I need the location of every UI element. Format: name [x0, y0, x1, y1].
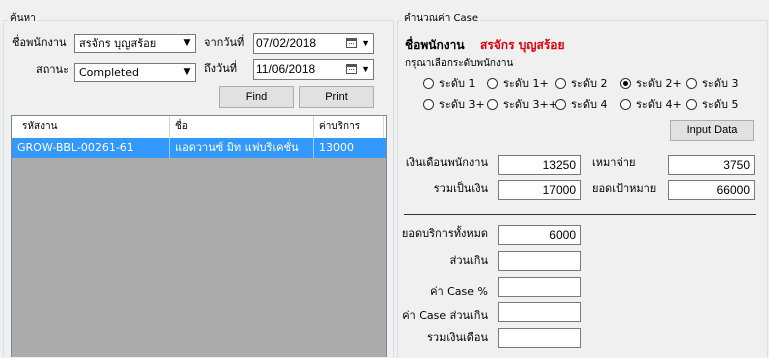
status-label: สถานะ: [36, 63, 69, 76]
total-salary-label: รวมเงินเดือน: [426, 331, 488, 344]
level-radio-label: ระดับ 4+: [636, 98, 682, 111]
employee-label: ชื่อพนักงาน: [12, 36, 67, 49]
grid-header: รหัสงาน ชื่อ ค่าบริการ: [12, 116, 386, 139]
calc-employee-label: ชื่อพนักงาน: [405, 38, 465, 52]
column-header-code[interactable]: รหัสงาน: [17, 116, 170, 138]
level-radio-label: ระดับ 1+: [503, 77, 549, 90]
divider: [404, 214, 756, 215]
total-salary-field[interactable]: [498, 328, 581, 348]
lump-sum-label: เหมาจ่าย: [592, 156, 636, 169]
level-radio[interactable]: ระดับ 1+: [487, 77, 549, 91]
level-radio[interactable]: ระดับ 3+: [423, 98, 485, 112]
lump-sum-field[interactable]: 3750: [668, 155, 755, 175]
level-radio[interactable]: ระดับ 2+: [620, 77, 682, 91]
calendar-icon: [346, 38, 357, 48]
calc-group-title: คำนวณค่า Case: [402, 13, 480, 25]
radio-circle-icon: [423, 78, 434, 89]
from-date-picker[interactable]: 07/02/2018 ▼: [253, 33, 374, 54]
total-field[interactable]: 17000: [498, 180, 581, 200]
case-percent-label: ค่า Case %: [430, 285, 488, 298]
level-radio[interactable]: ระดับ 3++: [487, 98, 558, 112]
cell-fee: 13000: [319, 141, 354, 154]
calc-employee-name: สรจักร บุญสร้อย: [480, 38, 565, 52]
to-date-value: 11/06/2018: [256, 62, 316, 76]
case-excess-field[interactable]: [498, 302, 581, 322]
radio-circle-icon: [555, 99, 566, 110]
table-row[interactable]: GROW-BBL-00261-61 แอดวานซ์ มิท แฟบริเคชั…: [12, 138, 386, 158]
radio-circle-icon: [620, 99, 631, 110]
radio-circle-icon: [423, 99, 434, 110]
results-grid[interactable]: รหัสงาน ชื่อ ค่าบริการ GROW-BBL-00261-61…: [11, 115, 387, 357]
chevron-down-icon: ▼: [361, 64, 370, 74]
chevron-down-icon: ▼: [361, 38, 370, 48]
level-radio-label: ระดับ 2+: [636, 77, 682, 90]
radio-circle-icon: [487, 99, 498, 110]
service-total-field[interactable]: 6000: [498, 225, 581, 245]
radio-circle-icon: [555, 78, 566, 89]
chevron-down-icon: ▼: [183, 38, 191, 48]
cell-name: แอดวานซ์ มิท แฟบริเคชั่น: [170, 138, 314, 158]
level-radio-label: ระดับ 3: [702, 77, 739, 90]
excess-label: ส่วนเกิน: [449, 254, 488, 267]
level-radio[interactable]: ระดับ 4: [555, 98, 607, 112]
radio-circle-icon: [686, 78, 697, 89]
from-date-value: 07/02/2018: [256, 36, 317, 50]
status-select[interactable]: Completed ▼: [74, 63, 196, 82]
level-radio-label: ระดับ 3++: [503, 98, 558, 111]
to-date-picker[interactable]: 11/06/2018 ▼: [253, 59, 374, 80]
employee-select-value: สรจักร บุญสร้อย: [79, 37, 157, 50]
total-label: รวมเป็นเงิน: [433, 182, 488, 195]
excess-field[interactable]: [498, 251, 581, 271]
level-radio-label: ระดับ 4: [571, 98, 608, 111]
level-radio-label: ระดับ 3+: [439, 98, 485, 111]
radio-circle-icon: [620, 78, 631, 89]
to-date-label: ถึงวันที่: [204, 62, 237, 75]
level-radio[interactable]: ระดับ 2: [555, 77, 607, 91]
input-data-button[interactable]: Input Data: [670, 120, 754, 141]
salary-field[interactable]: 13250: [498, 155, 581, 175]
service-total-label: ยอดบริการทั้งหมด: [401, 227, 488, 240]
case-excess-label: ค่า Case ส่วนเกิน: [402, 309, 488, 322]
level-radio[interactable]: ระดับ 5: [686, 98, 738, 112]
find-button[interactable]: Find: [219, 86, 294, 108]
radio-circle-icon: [686, 99, 697, 110]
print-button[interactable]: Print: [299, 86, 374, 108]
radio-circle-icon: [487, 78, 498, 89]
column-header-name[interactable]: ชื่อ: [170, 116, 314, 138]
employee-select[interactable]: สรจักร บุญสร้อย ▼: [74, 34, 196, 53]
cell-code: GROW-BBL-00261-61: [12, 138, 170, 158]
chevron-down-icon: ▼: [183, 67, 191, 77]
level-radio-label: ระดับ 1: [439, 77, 476, 90]
level-radio[interactable]: ระดับ 1: [423, 77, 475, 91]
from-date-label: จากวันที่: [204, 36, 245, 49]
level-radio-label: ระดับ 5: [702, 98, 739, 111]
target-field[interactable]: 66000: [668, 180, 755, 200]
level-radio[interactable]: ระดับ 3: [686, 77, 738, 91]
level-radio-label: ระดับ 2: [571, 77, 608, 90]
column-header-fee[interactable]: ค่าบริการ: [314, 116, 384, 138]
status-select-value: Completed: [79, 66, 139, 79]
salary-label: เงินเดือนพนักงาน: [405, 156, 488, 169]
calendar-icon: [346, 64, 357, 74]
target-label: ยอดเป้าหมาย: [592, 182, 657, 195]
level-prompt: กรุณาเลือกระดับพนักงาน: [405, 58, 514, 69]
level-radio[interactable]: ระดับ 4+: [620, 98, 682, 112]
search-group-title: ค้นหา: [8, 13, 38, 25]
case-percent-field[interactable]: [498, 277, 581, 297]
